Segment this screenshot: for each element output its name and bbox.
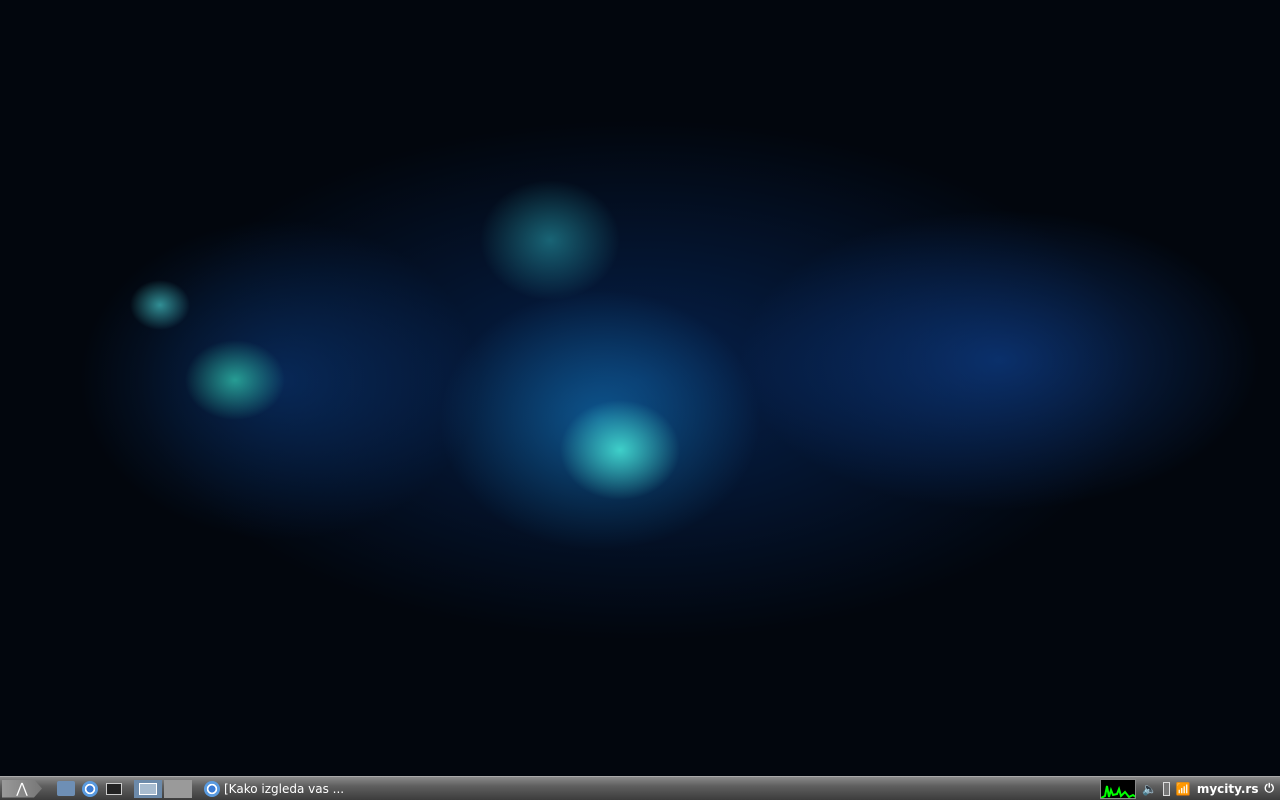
- battery-icon[interactable]: [1162, 781, 1170, 796]
- power-icon[interactable]: ⏻: [1265, 781, 1275, 796]
- wifi-icon[interactable]: 📶: [1176, 782, 1191, 796]
- file-manager-icon[interactable]: [56, 780, 76, 798]
- clock[interactable]: mycity.rs: [1197, 782, 1259, 796]
- cpu-usage-line: [1100, 785, 1135, 798]
- cpu-monitor-graph[interactable]: [1099, 778, 1136, 799]
- workspace-2[interactable]: [164, 779, 192, 798]
- window-title: [Kako izgleda vas ...: [224, 781, 345, 796]
- workspace-1[interactable]: [134, 779, 162, 798]
- chrome-icon: [204, 780, 220, 797]
- chrome-launcher-icon[interactable]: [80, 780, 100, 798]
- system-tray: 🔈 📶 mycity.rs ⏻: [1099, 778, 1280, 799]
- desktop-wallpaper: [0, 0, 1280, 776]
- start-menu-button[interactable]: ⋀: [2, 779, 42, 798]
- volume-icon[interactable]: 🔈: [1142, 782, 1157, 796]
- show-desktop-icon[interactable]: [104, 780, 124, 798]
- taskbar: ⋀ [Kako izgleda vas ... 🔈 📶 mycity.rs ⏻: [0, 776, 1280, 800]
- lxde-logo-icon: ⋀: [16, 780, 28, 797]
- taskbar-window-button[interactable]: [Kako izgleda vas ...: [204, 780, 345, 797]
